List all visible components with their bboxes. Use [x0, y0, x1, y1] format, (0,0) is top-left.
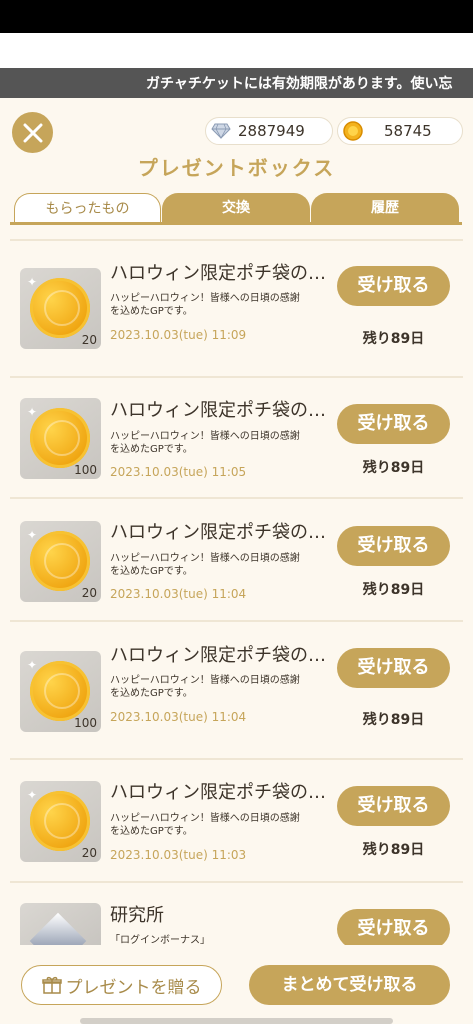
divider [10, 881, 463, 883]
divider [10, 620, 463, 622]
item-description-line: を込めたGPです。 [110, 688, 193, 699]
remaining-days: 残り89日 [362, 842, 425, 858]
item-name: ハロウィン限定ポチ袋の… [110, 522, 326, 543]
remaining-days: 残り89日 [362, 460, 425, 476]
gp-coin-icon [30, 278, 90, 338]
divider [10, 497, 463, 499]
item-date: 2023.10.03(tue) 11:05 [110, 465, 247, 479]
item-description-line: ハッピーハロウィン！皆様への日頃の感謝 [110, 813, 300, 824]
item-description-line: ハッピーハロウィン！皆様への日頃の感謝 [110, 293, 300, 304]
item-thumbnail: ✦ 100 [20, 398, 101, 479]
item-name: ハロウィン限定ポチ袋の… [110, 400, 326, 421]
receive-button[interactable]: 受け取る [337, 404, 450, 444]
item-description: ハッピーハロウィン！皆様への日頃の感謝 を込めたGPです。 [110, 292, 330, 318]
receive-button[interactable]: 受け取る [337, 909, 450, 945]
item-date: 2023.10.03(tue) 11:04 [110, 710, 247, 724]
receive-all-button[interactable]: まとめて受け取る [249, 965, 450, 1005]
item-name: ハロウィン限定ポチ袋の… [110, 782, 326, 803]
gp-coin-icon [30, 791, 90, 851]
notice-ticker: ガチャチケットには有効期限があります。使い忘 [0, 68, 473, 98]
item-quantity: 20 [81, 586, 97, 600]
item-description-line: を込めたGPです。 [110, 566, 193, 577]
gp-coin-icon [30, 661, 90, 721]
coin-count: 58745 [384, 122, 432, 140]
remaining-days: 残り89日 [362, 582, 425, 598]
item-description-line: ハッピーハロウィン！皆様への日頃の感謝 [110, 431, 300, 442]
item-description-line: を込めたGPです。 [110, 444, 193, 455]
remaining-days: 残り89日 [362, 712, 425, 728]
item-description: ハッピーハロウィン！皆様への日頃の感謝 を込めたGPです。 [110, 812, 330, 838]
tab-exchange[interactable]: 交換 [162, 193, 310, 223]
status-bar [0, 0, 473, 33]
receive-button[interactable]: 受け取る [337, 648, 450, 688]
send-present-button[interactable]: プレゼントを贈る [21, 965, 222, 1005]
coin-icon [342, 120, 364, 142]
item-quantity: 100 [74, 463, 97, 477]
present-list[interactable]: ✦ 20 ハロウィン限定ポチ袋の… ハッピーハロウィン！皆様への日頃の感謝 を込… [0, 225, 473, 945]
tab-history[interactable]: 履歴 [311, 193, 459, 223]
item-thumbnail: ✦ 20 [20, 268, 101, 349]
sparkle-icon: ✦ [27, 405, 38, 419]
sparkle-icon: ✦ [27, 658, 38, 672]
receive-button[interactable]: 受け取る [337, 526, 450, 566]
divider [10, 376, 463, 378]
item-thumbnail: ✦ 20 [20, 521, 101, 602]
gift-icon [41, 975, 62, 995]
item-date: 2023.10.03(tue) 11:04 [110, 587, 247, 601]
divider [10, 758, 463, 760]
item-thumbnail: ✦ 20 [20, 781, 101, 862]
item-thumbnail: ✦ 100 [20, 651, 101, 732]
item-description: ハッピーハロウィン！皆様への日頃の感謝 を込めたGPです。 [110, 552, 330, 578]
item-description-line: を込めたGPです。 [110, 826, 193, 837]
ticker-text: ガチャチケットには有効期限があります。使い忘 [146, 76, 453, 92]
divider [10, 239, 463, 241]
receive-button[interactable]: 受け取る [337, 786, 450, 826]
sparkle-icon: ✦ [27, 528, 38, 542]
diamond-balance: 2887949 [205, 117, 333, 145]
gp-coin-icon [30, 531, 90, 591]
gem-icon [29, 912, 87, 945]
page-title: プレゼントボックス [137, 156, 336, 180]
close-icon [23, 123, 42, 142]
item-quantity: 20 [81, 846, 97, 860]
item-date: 2023.10.03(tue) 11:09 [110, 328, 247, 342]
item-description: ハッピーハロウィン！皆様への日頃の感謝 を込めたGPです。 [110, 430, 330, 456]
item-name: ハロウィン限定ポチ袋の… [110, 645, 326, 666]
item-name: 研究所 [110, 905, 164, 926]
receive-button[interactable]: 受け取る [337, 266, 450, 306]
remaining-days: 残り89日 [362, 331, 425, 347]
item-description: 「ログインボーナス」 [110, 935, 210, 945]
item-quantity: 20 [81, 333, 97, 347]
send-present-label: プレゼントを贈る [65, 977, 202, 998]
item-date: 2023.10.03(tue) 11:03 [110, 848, 247, 862]
gp-coin-icon [30, 408, 90, 468]
close-button[interactable] [12, 112, 53, 153]
home-indicator [80, 1018, 393, 1024]
item-thumbnail [20, 903, 101, 945]
tab-received[interactable]: もらったもの [14, 193, 161, 223]
sparkle-icon: ✦ [27, 275, 38, 289]
item-name: ハロウィン限定ポチ袋の… [110, 263, 326, 284]
item-description: ハッピーハロウィン！皆様への日頃の感謝 を込めたGPです。 [110, 674, 330, 700]
tab-bar: もらったもの 交換 履歴 [14, 193, 459, 223]
item-description-line: ハッピーハロウィン！皆様への日頃の感謝 [110, 675, 300, 686]
diamond-icon [210, 120, 232, 142]
diamond-count: 2887949 [238, 122, 305, 140]
item-description-line: ハッピーハロウィン！皆様への日頃の感謝 [110, 553, 300, 564]
item-description-line: を込めたGPです。 [110, 306, 193, 317]
top-spacer [0, 33, 473, 68]
sparkle-icon: ✦ [27, 788, 38, 802]
item-quantity: 100 [74, 716, 97, 730]
coin-balance: 58745 [337, 117, 463, 145]
